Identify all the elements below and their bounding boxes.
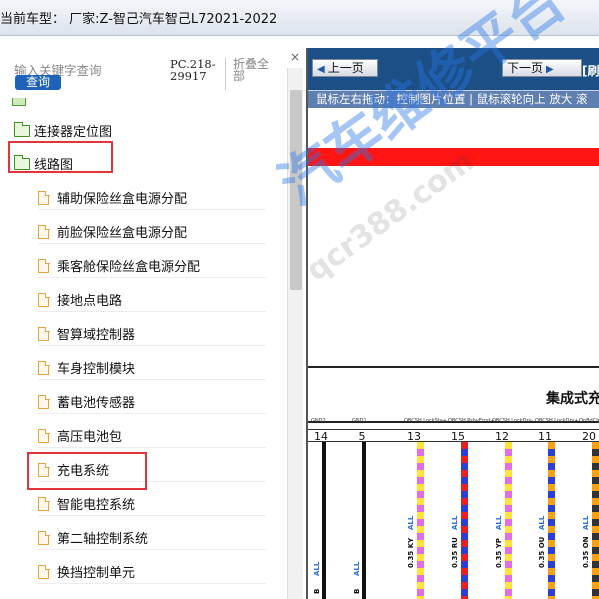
signal-wire xyxy=(505,442,512,599)
arrow-right-icon: ▶ xyxy=(546,64,554,75)
document-icon xyxy=(38,496,50,511)
pin-name-label: GND1 xyxy=(352,418,367,424)
document-icon xyxy=(38,360,50,375)
tree-item-label: 高压电池包 xyxy=(57,430,123,445)
viewer-hint: 鼠标左右拖动：控制图片位置 | 鼠标滚轮向上 放大 滚 xyxy=(308,90,599,108)
tree-item-label: 接地点电路 xyxy=(57,294,123,309)
tree-item-label: 辅助保险丝盒电源分配 xyxy=(57,192,188,207)
document-icon xyxy=(38,428,50,443)
wire-color-label: B xyxy=(313,588,321,594)
tree-folder-label: 连接器定位图 xyxy=(34,125,113,140)
wire-color-label: B xyxy=(353,588,361,594)
document-icon xyxy=(38,530,50,545)
wire-all-label: ALL xyxy=(582,515,590,530)
wire-all-label: ALL xyxy=(495,515,503,530)
ground-wire xyxy=(322,442,326,599)
tree-item-label: 乘客舱保险丝盒电源分配 xyxy=(57,260,201,275)
close-icon[interactable]: × xyxy=(290,50,300,64)
signal-wire xyxy=(417,442,424,599)
wire-spec-label: 0.35 OU xyxy=(538,536,546,568)
signal-wire xyxy=(461,442,468,599)
wire-all-label: ALL xyxy=(313,561,321,576)
tree-item-label: 前脸保险丝盒电源分配 xyxy=(57,226,188,241)
document-icon xyxy=(38,326,50,341)
pin-name-label: OBCSH.LockDrv+ xyxy=(535,418,579,424)
wire-spec-label: 0.35 ON xyxy=(582,536,590,568)
tree-item-cabin-fuse[interactable]: 乘客舱保险丝盒电源分配 xyxy=(38,256,266,278)
wire-all-label: ALL xyxy=(451,515,459,530)
highlight-box-charging xyxy=(27,452,147,490)
tree-item-aux-fuse[interactable]: 辅助保险丝盒电源分配 xyxy=(38,188,266,210)
tree-scrollbar[interactable] xyxy=(287,68,303,599)
diagram-viewer[interactable]: ◀ 上一页 下一页 ▶ [刷 鼠标左右拖动：控制图片位置 | 鼠标滚轮向上 放大 滚… xyxy=(306,48,599,599)
tree-item-smart-control[interactable]: 智能电控系统 xyxy=(38,494,266,516)
tree-item-bcm[interactable]: 车身控制模块 xyxy=(38,358,266,380)
viewer-toolbar: ◀ 上一页 下一页 ▶ [刷 xyxy=(308,48,599,90)
diagram-border xyxy=(308,366,599,368)
tree-item-label: 换挡控制单元 xyxy=(57,566,136,581)
tree-item-compute-domain[interactable]: 智算域控制器 xyxy=(38,324,266,346)
prev-page-button[interactable]: ◀ 上一页 xyxy=(312,59,378,77)
tree-item-label: 蓄电池传感器 xyxy=(57,396,136,411)
wire-spec-label: 0.35 KY xyxy=(407,537,415,568)
next-page-button[interactable]: 下一页 ▶ xyxy=(502,59,582,77)
pin-name-label: OnBdChrg xyxy=(579,418,599,424)
document-icon xyxy=(38,564,50,579)
wire-spec-label: 0.35 RU xyxy=(451,537,459,568)
diagram-red-band xyxy=(308,148,599,166)
window-titlebar: 当前车型： 厂家:Z-智己汽车智己L72021-2022 xyxy=(0,0,599,36)
document-icon xyxy=(38,190,50,205)
tree-item-front-fuse[interactable]: 前脸保险丝盒电源分配 xyxy=(38,222,266,244)
wire-all-label: ALL xyxy=(407,515,415,530)
signal-wire xyxy=(548,442,555,599)
next-page-label: 下一页 xyxy=(507,61,544,75)
tree-item-label: 智算域控制器 xyxy=(57,328,136,343)
pin-name-label: GND2 xyxy=(311,418,326,424)
tree-item-label: 第二轴控制系统 xyxy=(57,532,149,547)
folder-icon xyxy=(13,122,30,137)
document-icon xyxy=(38,258,50,273)
pin-name-label: OBCSH.LockSta+ xyxy=(404,418,447,424)
ground-wire xyxy=(362,442,366,599)
tree-folder-connector-location[interactable]: 连接器定位图 xyxy=(13,121,113,141)
tree-item-ground[interactable]: 接地点电路 xyxy=(38,290,266,312)
collapse-all-button[interactable]: 折叠全部 xyxy=(233,58,271,82)
document-icon xyxy=(38,224,50,239)
document-icon xyxy=(38,292,50,307)
tree-item-hv-battery[interactable]: 高压电池包 xyxy=(38,426,266,448)
tree-item-label: 智能电控系统 xyxy=(57,498,136,513)
current-model-title: 当前车型： 厂家:Z-智己汽车智己L72021-2022 xyxy=(0,12,278,27)
folder-icon-partial xyxy=(12,98,26,106)
wire-all-label: ALL xyxy=(538,515,546,530)
tree-item-second-axle[interactable]: 第二轴控制系统 xyxy=(38,528,266,550)
pin-name-label: OBCSH.PshvErrst+ xyxy=(448,418,495,424)
wire-all-label: ALL xyxy=(353,561,361,576)
tree-item-label: 车身控制模块 xyxy=(57,362,136,377)
diagram-title: 集成式充 xyxy=(546,391,599,407)
arrow-left-icon: ◀ xyxy=(317,64,325,75)
tree-item-battery-sensor[interactable]: 蓄电池传感器 xyxy=(38,392,266,414)
document-icon xyxy=(38,394,50,409)
signal-wire xyxy=(592,442,599,599)
document-code: PC.218-29917 xyxy=(170,58,226,90)
scrollbar-thumb[interactable] xyxy=(290,90,302,290)
refresh-button[interactable]: [刷 xyxy=(582,62,599,79)
pin-name-label: OBCSH.LockDrv- xyxy=(492,418,534,424)
pin-number: 14 xyxy=(314,430,328,443)
wire-spec-label: 0.35 YP xyxy=(495,538,503,568)
prev-page-label: 上一页 xyxy=(327,61,364,75)
search-button[interactable]: 查询 xyxy=(15,75,61,90)
highlight-box-wiring xyxy=(8,141,113,173)
tree-item-shift-control[interactable]: 换挡控制单元 xyxy=(38,562,266,584)
